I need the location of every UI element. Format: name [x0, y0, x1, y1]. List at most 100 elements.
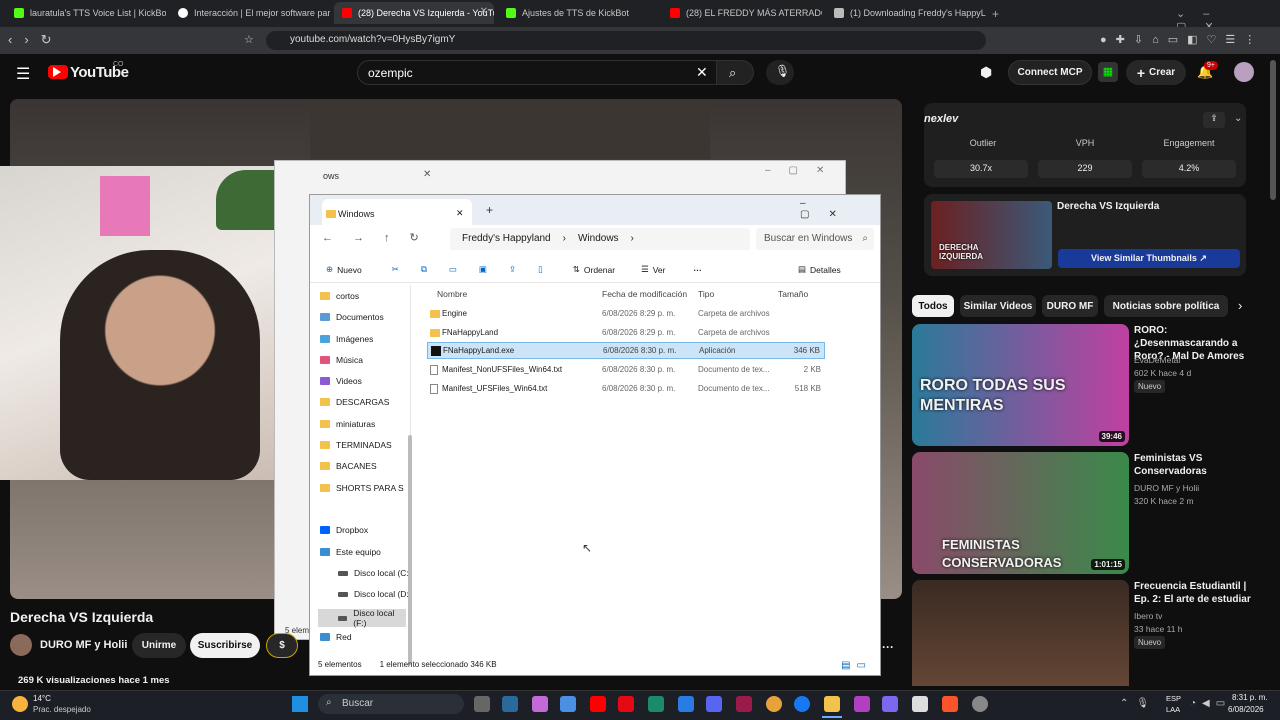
channel-name[interactable]: Ibero tv: [1134, 610, 1162, 622]
mail-icon[interactable]: [678, 696, 694, 712]
sidebar-item[interactable]: miniaturas: [320, 419, 375, 429]
channel-name[interactable]: DURO MF y Holii: [1134, 482, 1199, 494]
chip-all[interactable]: Todos: [912, 295, 954, 317]
sidebar-item[interactable]: DESCARGAS: [320, 397, 389, 407]
sidebar-item[interactable]: Documentos: [320, 312, 384, 322]
view-similar-thumbnails-button[interactable]: View Similar Thumbnails ↗: [1058, 249, 1240, 268]
grid-icon[interactable]: ▦: [1098, 62, 1118, 82]
chip-duro-mf[interactable]: DURO MF: [1042, 295, 1098, 317]
app-icon[interactable]: [736, 696, 752, 712]
column-header[interactable]: Fecha de modificación: [602, 289, 687, 299]
card-thumbnail[interactable]: DERECHA IZQUIERDA: [931, 201, 1052, 269]
thanks-button[interactable]: $: [266, 633, 298, 658]
file-row[interactable]: Manifest_UFSFiles_Win64.txt 6/08/2026 8:3…: [427, 380, 825, 397]
channel-avatar[interactable]: [10, 634, 32, 656]
edit-icons[interactable]: ✂⧉▭▣⇪▯: [392, 264, 565, 275]
extension-icons[interactable]: ●✚⇩⌂▭◧♡☰⋮: [1100, 33, 1264, 46]
file-row-selected[interactable]: FNaHappyLand.exe 6/08/2026 8:30 p. m. Apli…: [427, 342, 825, 359]
video-thumbnail[interactable]: FEMINISTAS CONSERVADORAS 1:01:15: [912, 452, 1129, 574]
sidebar-scrollbar[interactable]: [408, 435, 412, 665]
share-icon[interactable]: ⇪: [1203, 112, 1225, 128]
page-scrollbar[interactable]: [1270, 60, 1276, 200]
breadcrumb-item[interactable]: Windows: [578, 233, 619, 250]
bookmark-icon[interactable]: ☆: [244, 33, 254, 46]
window-controls[interactable]: –▢✕: [800, 198, 880, 220]
recommended-video[interactable]: Frecuencia Estudiantil | Ep. 2: El arte …: [912, 580, 1252, 686]
nav-buttons[interactable]: ‹›↻: [8, 32, 64, 48]
connect-mcp-button[interactable]: Connect MCP: [1008, 60, 1092, 85]
video-thumbnail[interactable]: RORO TODAS SUS MENTIRAS 39:46: [912, 324, 1129, 446]
sidebar-item[interactable]: Música: [320, 355, 363, 365]
close-tab-icon[interactable]: ✕: [423, 169, 431, 180]
chip-similar-videos[interactable]: Similar Videos: [960, 295, 1036, 317]
sidebar-item[interactable]: cortos: [320, 291, 359, 301]
app-icon[interactable]: [502, 696, 518, 712]
file-row[interactable]: Engine 6/08/2026 8:29 p. m. Carpeta de arc…: [427, 305, 825, 322]
create-button[interactable]: + Crear: [1126, 60, 1186, 85]
app-icon[interactable]: [854, 696, 870, 712]
sidebar-item[interactable]: Disco local (C:: [338, 568, 409, 578]
chevron-down-icon[interactable]: ⌄: [1234, 113, 1242, 124]
chrome-icon[interactable]: [766, 696, 782, 712]
nav-arrows[interactable]: ←→↑↻: [322, 231, 439, 244]
chevron-right-icon[interactable]: ›: [1238, 298, 1242, 313]
browser-tab[interactable]: Interacción | El mejor software para ...: [170, 2, 330, 24]
teams-icon[interactable]: [882, 696, 898, 712]
extension-icon[interactable]: ⬢: [980, 64, 992, 81]
copilot-icon[interactable]: [532, 696, 548, 712]
discord-icon[interactable]: [706, 696, 722, 712]
recommended-video[interactable]: FEMINISTAS CONSERVADORAS 1:01:15 Feminis…: [912, 452, 1252, 574]
new-button[interactable]: Nuevo: [337, 265, 362, 275]
browser-tab[interactable]: (28) EL FREDDY MÁS ATERRADOR EN ...: [662, 2, 822, 24]
clear-search-icon[interactable]: ✕: [696, 64, 708, 81]
new-tab-icon[interactable]: +: [486, 203, 493, 217]
new-tab-icon[interactable]: +: [992, 7, 999, 21]
weather-temp[interactable]: 14°C: [33, 694, 51, 703]
mic-button[interactable]: 🎙: [766, 60, 794, 85]
channel-name[interactable]: EvaDeMetal: [1134, 354, 1180, 366]
recommended-video[interactable]: RORO TODAS SUS MENTIRAS 39:46 RORO: ¿Des…: [912, 324, 1252, 446]
sidebar-item[interactable]: SHORTS PARA S: [320, 483, 404, 493]
sort-button[interactable]: Ordenar: [584, 265, 615, 275]
brave-icon[interactable]: [942, 696, 958, 712]
sidebar-item[interactable]: Videos: [320, 376, 362, 386]
join-button[interactable]: Unirme: [132, 633, 186, 658]
sidebar-item[interactable]: Red: [320, 632, 352, 642]
more-icon[interactable]: ···: [882, 640, 894, 654]
sidebar-item[interactable]: TERMINADAS: [320, 440, 392, 450]
netflix-icon[interactable]: [618, 696, 634, 712]
view-button[interactable]: Ver: [653, 265, 666, 275]
sidebar-item[interactable]: Disco local (D:: [338, 589, 409, 599]
url-bar[interactable]: youtube.com/watch?v=0HysBy7igmY: [266, 31, 986, 50]
file-row[interactable]: FNaHappyLand 6/08/2026 8:29 p. m. Carpeta …: [427, 324, 825, 341]
file-row[interactable]: Manifest_NonUFSFiles_Win64.txt 6/08/2026 …: [427, 361, 825, 378]
tray-icons[interactable]: ⌃🎙: [1120, 698, 1157, 709]
video-title[interactable]: Frecuencia Estudiantil | Ep. 2: El arte …: [1134, 580, 1252, 606]
edge-icon[interactable]: [648, 696, 664, 712]
youtube-app-icon[interactable]: [590, 696, 606, 712]
settings-icon[interactable]: [972, 696, 988, 712]
video-thumbnail[interactable]: [912, 580, 1129, 686]
taskbar-search[interactable]: ⌕ Buscar: [318, 694, 464, 714]
breadcrumb-item[interactable]: Freddy's Happyland: [462, 233, 551, 250]
clock-time[interactable]: 8:31 p. m.: [1232, 693, 1268, 702]
menu-icon[interactable]: ☰: [16, 64, 30, 84]
details-button[interactable]: Detalles: [810, 265, 841, 275]
browser-tab[interactable]: Ajustes de TTS de KickBot: [498, 2, 658, 24]
browser-tab[interactable]: lauratula's TTS Voice List | KickBot: [6, 2, 166, 24]
breadcrumb[interactable]: Freddy's Happyland › Windows ›: [450, 228, 750, 250]
app-icon[interactable]: [912, 696, 928, 712]
video-title[interactable]: Feministas VS Conservadoras: [1134, 452, 1252, 478]
task-view-icon[interactable]: [474, 696, 490, 712]
sidebar-item-selected[interactable]: Disco local (F:): [318, 608, 406, 628]
file-explorer-icon[interactable]: [824, 696, 840, 712]
more-icon[interactable]: ···: [693, 265, 702, 275]
language[interactable]: ESP: [1166, 694, 1181, 703]
close-tab-icon[interactable]: ✕: [456, 208, 464, 219]
column-header[interactable]: Tamaño: [778, 289, 808, 299]
search-button[interactable]: ⌕: [716, 60, 754, 85]
subscribe-button[interactable]: Suscribirse: [190, 633, 260, 658]
windows-start-icon[interactable]: [292, 696, 308, 712]
column-header[interactable]: Tipo: [698, 289, 714, 299]
channel-name[interactable]: DURO MF y Holii: [40, 639, 127, 651]
